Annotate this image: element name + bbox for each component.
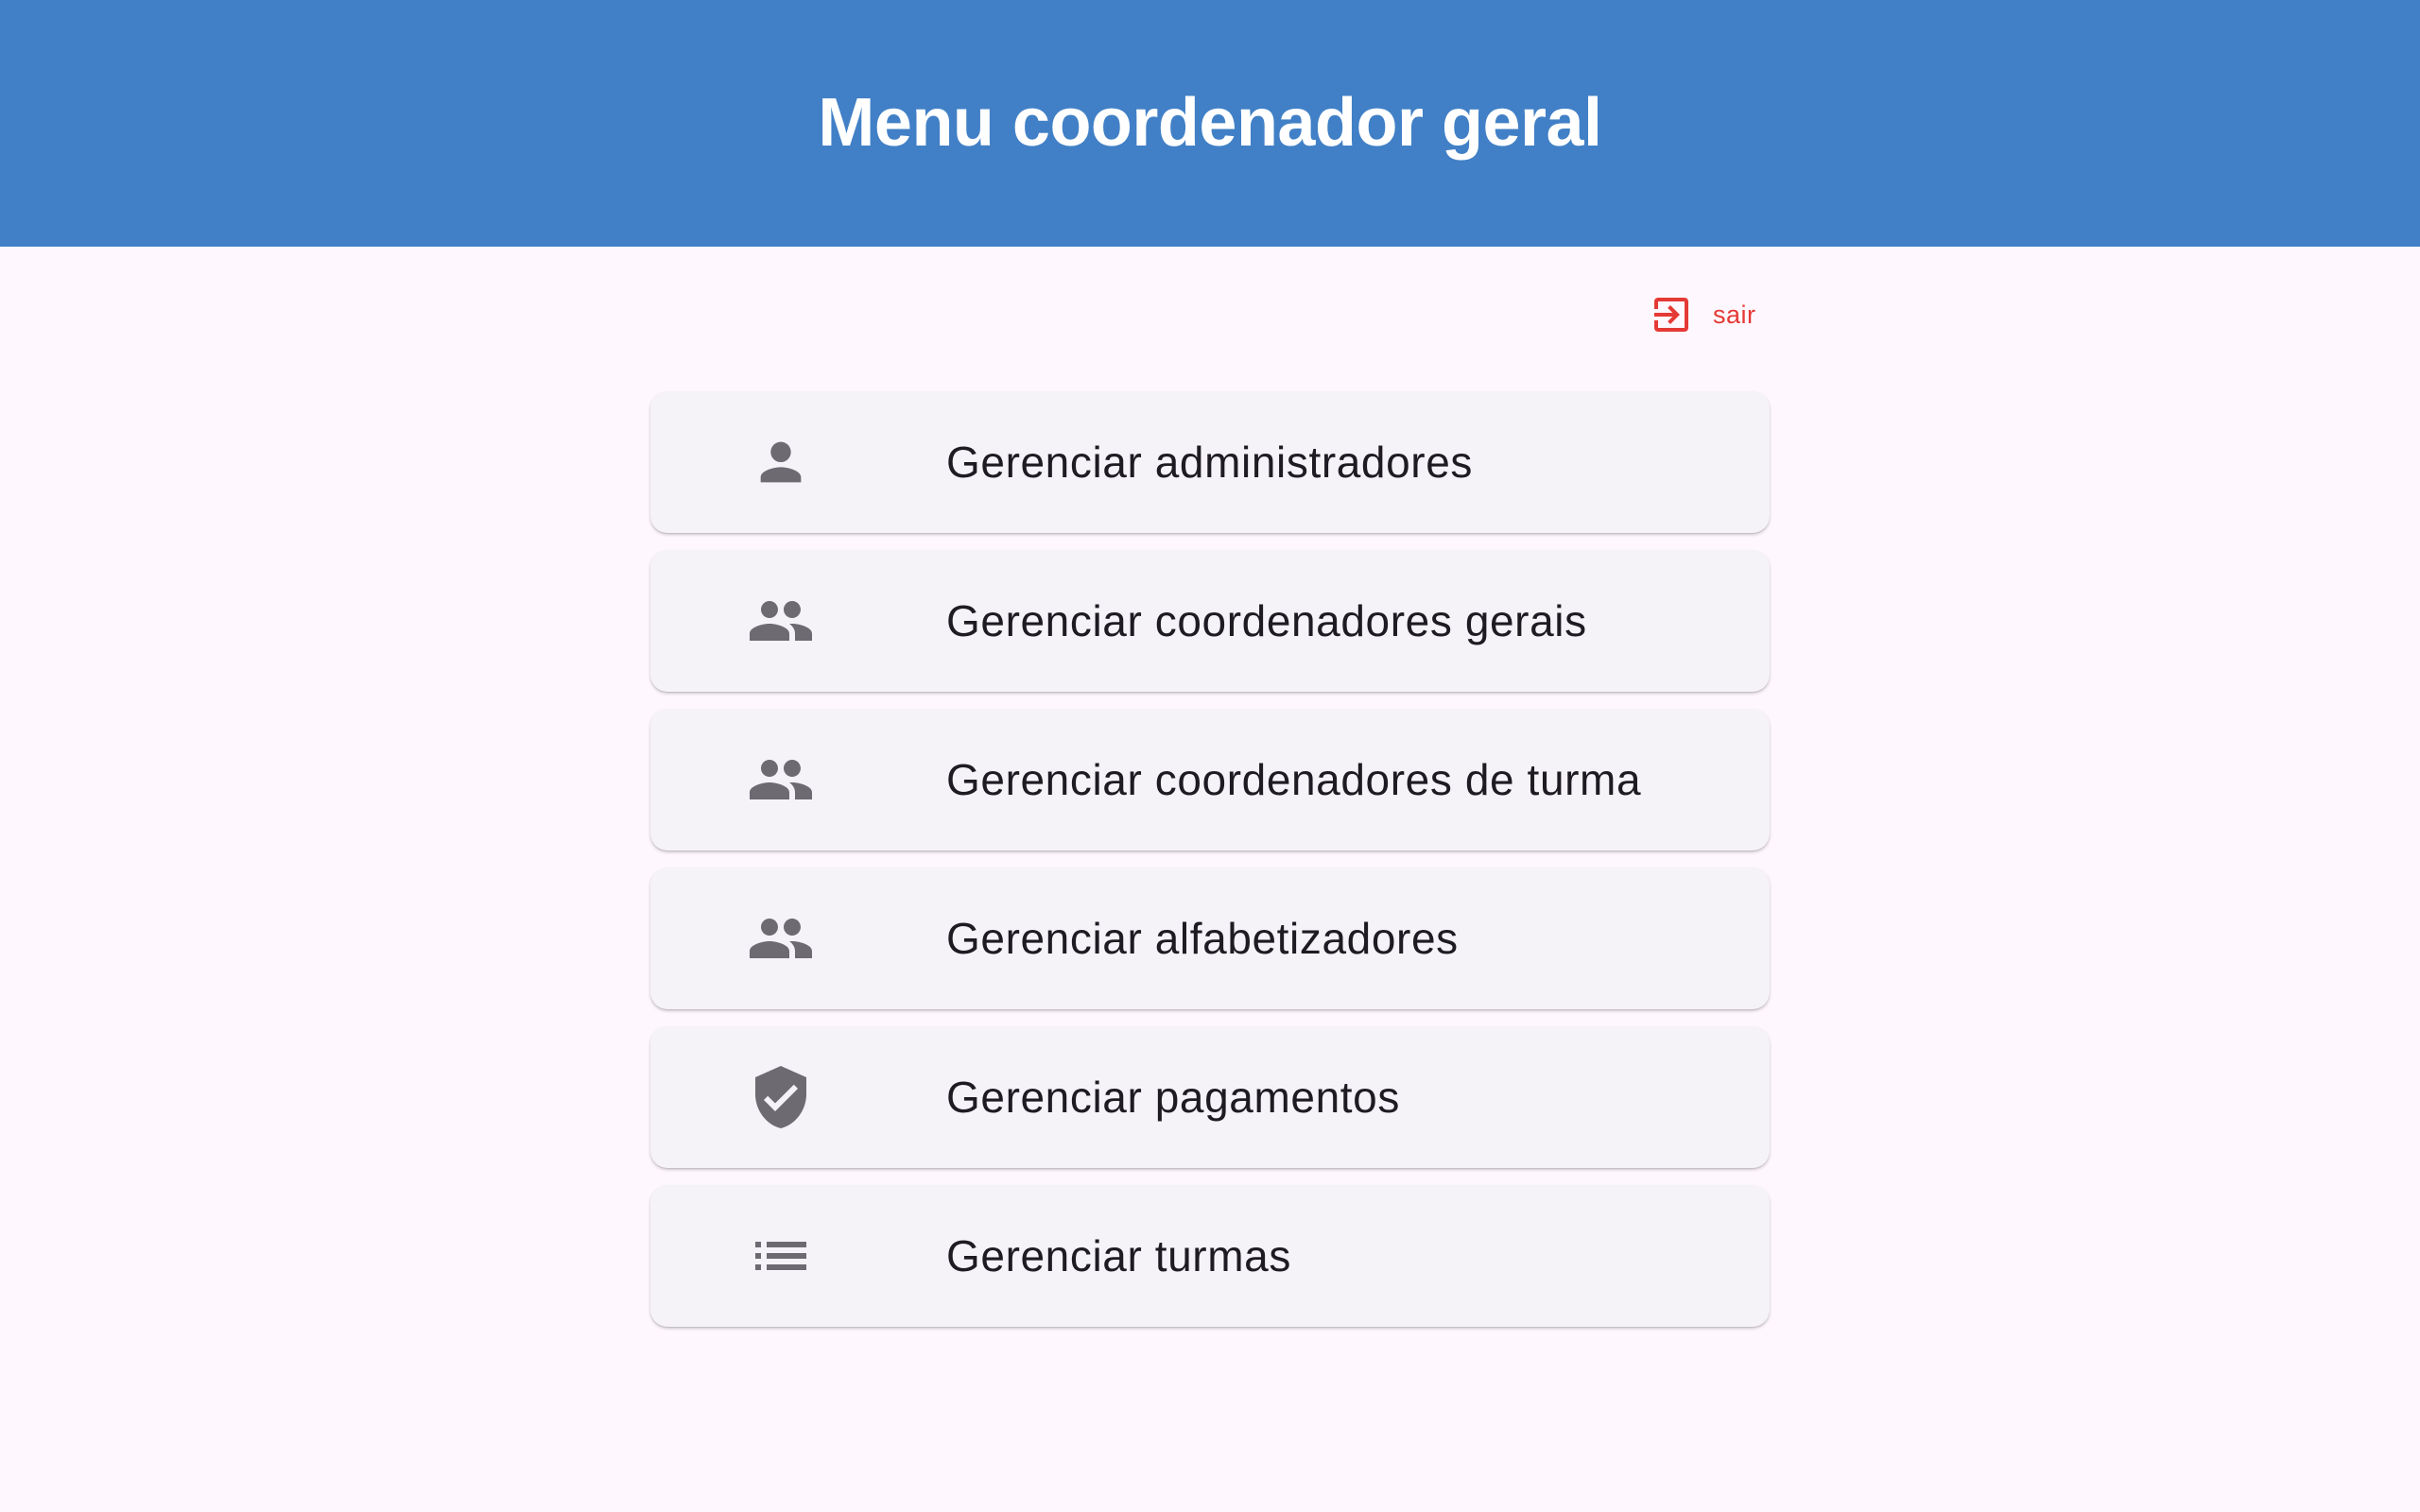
menu-item-coordenadores-de-turma[interactable]: Gerenciar coordenadores de turma [650, 709, 1770, 850]
people-icon [747, 746, 815, 814]
page-title: Menu coordenador geral [818, 84, 1602, 161]
people-icon [747, 904, 815, 972]
menu-item-alfabetizadores[interactable]: Gerenciar alfabetizadores [650, 868, 1770, 1009]
menu-item-label: Gerenciar coordenadores de turma [946, 755, 1642, 804]
logout-icon [1649, 292, 1694, 337]
menu-item-coordenadores-gerais[interactable]: Gerenciar coordenadores gerais [650, 550, 1770, 692]
people-icon [747, 587, 815, 655]
menu-list: Gerenciar administradores Gerenciar coor… [650, 391, 1770, 1344]
menu-item-administradores[interactable]: Gerenciar administradores [650, 391, 1770, 533]
logout-label: sair [1713, 300, 1756, 329]
logout-button[interactable]: sair [1634, 284, 1777, 346]
menu-item-label: Gerenciar coordenadores gerais [946, 596, 1587, 645]
menu-item-label: Gerenciar administradores [946, 438, 1474, 487]
list-icon [747, 1222, 815, 1290]
menu-item-pagamentos[interactable]: Gerenciar pagamentos [650, 1026, 1770, 1168]
app-bar: Menu coordenador geral [0, 0, 2420, 247]
menu-item-label: Gerenciar alfabetizadores [946, 914, 1459, 963]
menu-item-turmas[interactable]: Gerenciar turmas [650, 1185, 1770, 1327]
person-icon [747, 428, 815, 496]
menu-item-label: Gerenciar turmas [946, 1231, 1291, 1280]
verified-shield-icon [747, 1063, 815, 1131]
menu-item-label: Gerenciar pagamentos [946, 1073, 1400, 1122]
